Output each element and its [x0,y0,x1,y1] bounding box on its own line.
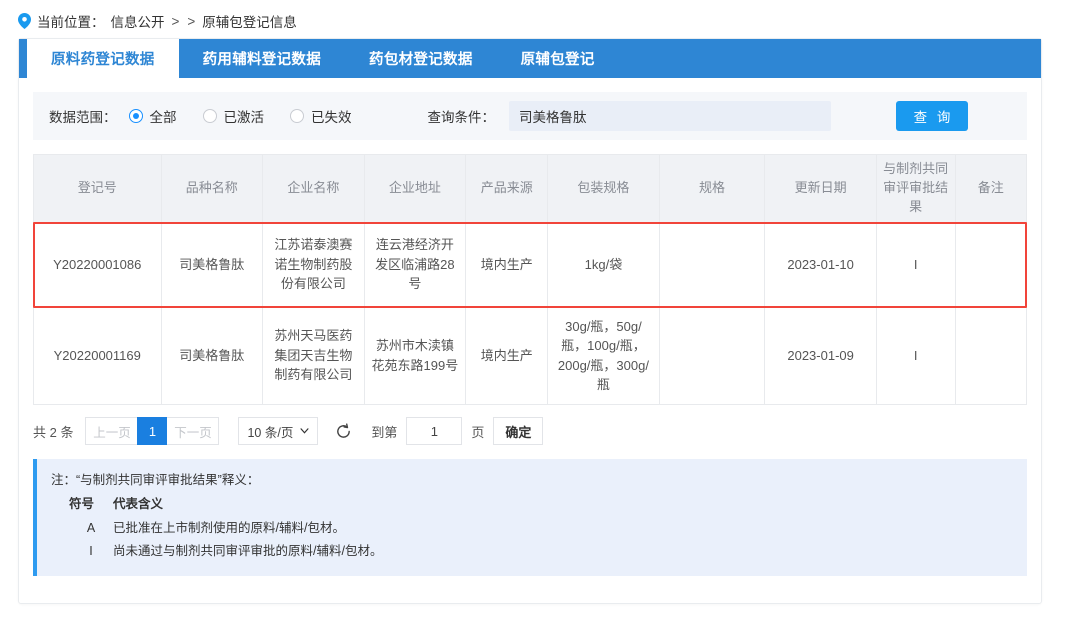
cell-spec [659,307,765,405]
table-header-row: 登记号 品种名称 企业名称 企业地址 产品来源 包装规格 规格 更新日期 与制剂… [34,155,1027,223]
column-header-joint-review-result: 与制剂共同审评审批结果 [876,155,955,223]
table-row[interactable]: Y20220001169 司美格鲁肽 苏州天马医药集团天吉生物制药有限公司 苏州… [34,307,1027,405]
legend-note-box: 注：“与制剂共同审评审批结果”释义： 符号代表含义 A已批准在上市制剂使用的原料… [33,459,1027,576]
note-title: 注：“与制剂共同审评审批结果”释义： [51,469,1013,493]
note-header-symbol: 符号 [69,493,113,517]
cell-joint-review-result: I [876,307,955,405]
radio-label: 已失效 [311,106,352,126]
radio-dot-icon [203,109,217,123]
tab-label: 药包材登记数据 [369,48,473,69]
next-page-button[interactable]: 下一页 [167,417,219,445]
breadcrumb-current: 原辅包登记信息 [202,11,297,31]
page-size-label: 10 条/页 [247,422,293,441]
radio-label: 已激活 [224,106,265,126]
refresh-icon[interactable] [335,423,352,440]
tab-label: 药用辅料登记数据 [203,48,321,69]
search-input[interactable] [509,101,831,131]
cell-update-date: 2023-01-10 [765,223,876,307]
page-number-1[interactable]: 1 [137,417,167,445]
cell-package-spec: 30g/瓶，50g/瓶，100g/瓶，200g/瓶，300g/瓶 [548,307,659,405]
tab-combined-registration[interactable]: 原辅包登记 [497,39,619,78]
cell-spec [659,223,765,307]
tab-label: 原辅包登记 [521,48,595,69]
column-header-product-source: 产品来源 [466,155,548,223]
location-pin-icon [18,13,31,29]
note-symbol: A [69,517,113,541]
column-header-company-name: 企业名称 [263,155,365,223]
radio-dot-icon [290,109,304,123]
query-condition-label: 查询条件： [428,106,496,126]
cell-variety-name: 司美格鲁肽 [161,307,263,405]
note-legend-header: 符号代表含义 [51,493,1013,517]
jump-prefix-label: 到第 [371,422,397,441]
data-scope-radio-group: 全部 已激活 已失效 [129,106,352,126]
column-header-variety-name: 品种名称 [161,155,263,223]
cell-product-source: 境内生产 [466,307,548,405]
radio-all[interactable]: 全部 [129,106,177,126]
tab-packaging-registration-data[interactable]: 药包材登记数据 [345,39,497,78]
column-header-company-address: 企业地址 [364,155,466,223]
cell-company-address: 苏州市木渎镇花苑东路199号 [364,307,466,405]
total-count-label: 共 2 条 [33,422,73,441]
cell-registration-no: Y20220001169 [34,307,162,405]
confirm-button[interactable]: 确定 [493,417,543,445]
cell-update-date: 2023-01-09 [765,307,876,405]
column-header-registration-no: 登记号 [34,155,162,223]
filter-bar: 数据范围： 全部 已激活 已失效 查询条件： 查 询 [33,92,1027,140]
pagination-bar: 共 2 条 上一页 1 下一页 10 条/页 到第 页 确定 [33,417,1027,445]
content-card: 原料药登记数据 药用辅料登记数据 药包材登记数据 原辅包登记 数据范围： 全部 … [18,38,1042,604]
cell-company-name: 江苏诺泰澳赛诺生物制药股份有限公司 [263,223,365,307]
note-entry-a: A已批准在上市制剂使用的原料/辅料/包材。 [51,517,1013,541]
column-header-package-spec: 包装规格 [548,155,659,223]
cell-remark [955,307,1026,405]
breadcrumb-separator-1: > [171,14,181,29]
registration-table: 登记号 品种名称 企业名称 企业地址 产品来源 包装规格 规格 更新日期 与制剂… [33,154,1027,405]
search-button[interactable]: 查 询 [896,101,968,131]
cell-joint-review-result: I [876,223,955,307]
tab-bar: 原料药登记数据 药用辅料登记数据 药包材登记数据 原辅包登记 [19,39,1041,78]
pagination-buttons: 上一页 1 下一页 [85,417,219,445]
column-header-update-date: 更新日期 [765,155,876,223]
page-size-select[interactable]: 10 条/页 [238,417,318,445]
note-entry-i: I尚未通过与制剂共同审评审批的原料/辅料/包材。 [51,540,1013,564]
note-symbol: I [69,540,113,564]
cell-package-spec: 1kg/袋 [548,223,659,307]
registration-table-container: 登记号 品种名称 企业名称 企业地址 产品来源 包装规格 规格 更新日期 与制剂… [33,154,1027,405]
tab-excipient-registration-data[interactable]: 药用辅料登记数据 [179,39,345,78]
radio-dot-icon [129,109,143,123]
breadcrumb: 当前位置： 信息公开 > > 原辅包登记信息 [0,0,1080,41]
cell-registration-no: Y20220001086 [34,223,162,307]
radio-activated[interactable]: 已激活 [203,106,265,126]
column-header-spec: 规格 [659,155,765,223]
cell-remark [955,223,1026,307]
column-header-remark: 备注 [955,155,1026,223]
cell-variety-name: 司美格鲁肽 [161,223,263,307]
data-scope-label: 数据范围： [49,106,117,126]
note-header-meaning: 代表含义 [113,497,163,511]
chevron-down-icon [300,428,309,434]
table-row[interactable]: Y20220001086 司美格鲁肽 江苏诺泰澳赛诺生物制药股份有限公司 连云港… [34,223,1027,307]
cell-company-name: 苏州天马医药集团天吉生物制药有限公司 [263,307,365,405]
tab-api-registration-data[interactable]: 原料药登记数据 [27,39,179,78]
jump-suffix-label: 页 [471,422,484,441]
breadcrumb-root[interactable]: 信息公开 [111,11,165,31]
breadcrumb-separator-2: > [186,14,196,29]
cell-company-address: 连云港经济开发区临浦路28号 [364,223,466,307]
breadcrumb-prefix: 当前位置： [37,11,105,31]
jump-page-input[interactable] [406,417,462,445]
cell-product-source: 境内生产 [466,223,548,307]
note-meaning: 尚未通过与制剂共同审评审批的原料/辅料/包材。 [113,544,382,558]
note-meaning: 已批准在上市制剂使用的原料/辅料/包材。 [113,521,345,535]
tab-label: 原料药登记数据 [51,48,155,69]
radio-label: 全部 [150,106,177,126]
prev-page-button[interactable]: 上一页 [85,417,137,445]
radio-expired[interactable]: 已失效 [290,106,352,126]
